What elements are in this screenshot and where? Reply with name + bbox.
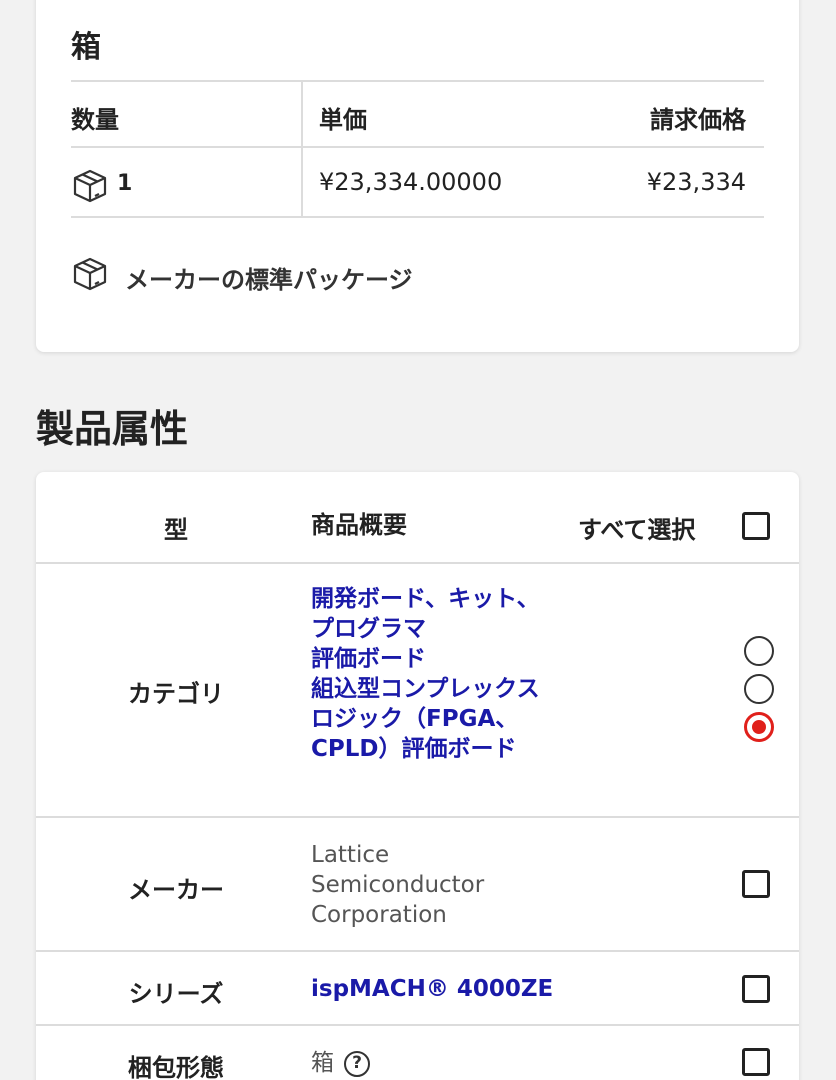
select-all-checkbox[interactable] <box>742 512 770 540</box>
box-icon <box>71 168 109 210</box>
category-link[interactable]: 評価ボード <box>311 644 561 674</box>
category-link[interactable]: 開発ボード、キット、プログラマ <box>311 584 561 644</box>
total-price-value: ¥23,334 <box>646 168 746 196</box>
total-header: 請求価格 <box>650 106 746 134</box>
pricing-card: 箱 数量 単価 請求価格 1 ¥23,334.00000 ¥23,334 メーカ… <box>36 0 799 352</box>
attributes-header-row: 型 商品概要 すべて選択 <box>36 472 799 564</box>
help-icon[interactable]: ? <box>344 1050 370 1077</box>
category-radio-2[interactable] <box>744 712 774 742</box>
attr-type-packaging: 梱包形態 <box>128 1054 224 1080</box>
price-table-header: 数量 単価 請求価格 <box>71 80 764 146</box>
qty-header: 数量 <box>71 106 119 134</box>
package-note-text: メーカーの標準パッケージ <box>125 265 413 294</box>
summary-header: 商品概要 <box>311 511 407 539</box>
attributes-table: 型 商品概要 すべて選択 カテゴリ 開発ボード、キット、プログラマ 評価ボード … <box>36 472 799 1080</box>
series-link[interactable]: ispMACH® 4000ZE <box>311 974 611 1004</box>
select-all-label: すべて選択 <box>578 516 696 544</box>
category-link[interactable]: 組込型コンプレックスロジック（FPGA、CPLD）評価ボード <box>311 674 561 764</box>
manufacturer-checkbox[interactable] <box>742 870 770 898</box>
type-header: 型 <box>164 516 188 544</box>
attr-row-manufacturer: メーカー Lattice Semiconductor Corporation <box>36 818 799 952</box>
attr-type-category: カテゴリ <box>128 680 224 708</box>
attr-type-series: シリーズ <box>128 980 224 1008</box>
series-checkbox[interactable] <box>742 975 770 1003</box>
category-values: 開発ボード、キット、プログラマ 評価ボード 組込型コンプレックスロジック（FPG… <box>311 584 561 764</box>
manufacturer-value: Lattice Semiconductor Corporation <box>311 842 485 928</box>
packaging-value: 箱 <box>311 1050 334 1076</box>
attr-type-manufacturer: メーカー <box>128 876 224 904</box>
qty-value: 1 <box>117 170 133 196</box>
package-type-title: 箱 <box>71 30 101 65</box>
box-icon <box>71 256 109 298</box>
attr-row-series: シリーズ ispMACH® 4000ZE <box>36 952 799 1026</box>
unit-price-value: ¥23,334.00000 <box>319 168 503 196</box>
category-radio-0[interactable] <box>744 636 774 666</box>
category-radio-1[interactable] <box>744 674 774 704</box>
packaging-checkbox[interactable] <box>742 1048 770 1076</box>
attr-row-packaging: 梱包形態 箱? <box>36 1026 799 1080</box>
price-table-row: 1 ¥23,334.00000 ¥23,334 <box>71 146 764 218</box>
packaging-value-wrap: 箱? <box>311 1048 611 1078</box>
package-note: メーカーの標準パッケージ <box>71 256 413 298</box>
qty-cell: 1 <box>71 168 132 210</box>
category-radio-group <box>744 636 774 742</box>
price-table: 数量 単価 請求価格 1 ¥23,334.00000 ¥23,334 <box>71 80 764 218</box>
product-attributes-heading: 製品属性 <box>36 407 189 451</box>
attr-row-category: カテゴリ 開発ボード、キット、プログラマ 評価ボード 組込型コンプレックスロジッ… <box>36 564 799 818</box>
unit-price-header: 単価 <box>319 106 367 134</box>
